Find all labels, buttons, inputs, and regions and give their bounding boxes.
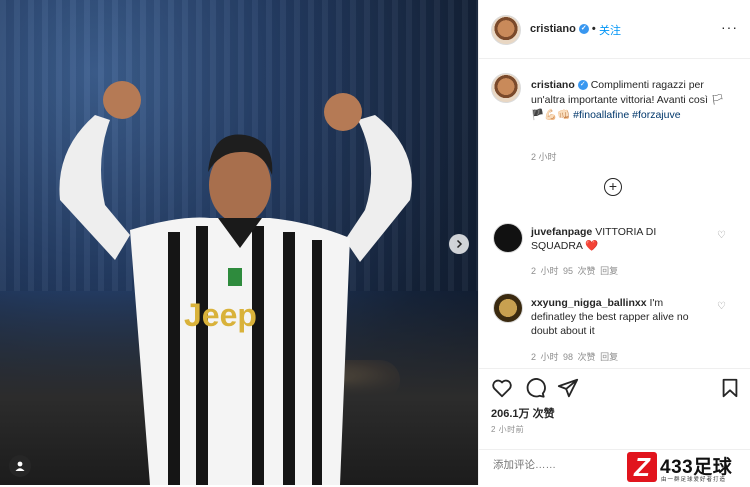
load-more-comments-button[interactable]: + [604, 178, 622, 196]
comment-time: 2 小时 [531, 352, 559, 362]
comment-likes[interactable]: 98 次赞 [563, 352, 596, 362]
jersey-sponsor-text: Jeep [184, 297, 257, 333]
author-username[interactable]: cristiano [530, 23, 576, 35]
share-icon[interactable] [557, 377, 579, 399]
next-photo-button[interactable] [449, 234, 469, 254]
comment-reply-button[interactable]: 回复 [600, 266, 618, 276]
comment-input[interactable] [491, 458, 615, 472]
post-header: cristiano ✓ • 关注 ··· [479, 0, 750, 59]
plus-icon: + [608, 178, 618, 194]
heart-icon[interactable] [491, 377, 513, 399]
instagram-post: Jeep cristiano ✓ • 关注 ··· cristiano ✓ Co… [0, 0, 750, 485]
verified-badge-icon: ✓ [577, 80, 588, 91]
author-avatar[interactable] [491, 15, 521, 45]
comment-icon[interactable] [524, 377, 546, 399]
more-options-button[interactable]: ··· [721, 19, 738, 35]
follow-button[interactable]: 关注 [599, 22, 621, 38]
user-tag-icon [15, 461, 25, 471]
hashtag-link[interactable]: #finoallafine [573, 109, 629, 121]
commenter-username[interactable]: juvefanpage [531, 226, 592, 238]
tag-user-button[interactable] [9, 455, 31, 477]
watermark-logo: Z [627, 452, 657, 482]
post-photo[interactable]: Jeep [0, 0, 478, 485]
separator-dot: • [591, 23, 596, 35]
comment-time: 2 小时 [531, 266, 559, 276]
caption-time: 2 小时 [531, 152, 557, 162]
hashtag-link[interactable]: #forzajuve [632, 109, 680, 121]
chevron-right-icon [456, 239, 463, 249]
commenter-username[interactable]: xxyung_nigga_ballinxx [531, 297, 647, 309]
verified-badge-icon: ✓ [578, 24, 589, 35]
caption-author-avatar[interactable] [491, 73, 521, 103]
comment-reply-button[interactable]: 回复 [600, 352, 618, 362]
site-watermark: Z 433足球 由一群足球爱好者打造 [627, 450, 747, 487]
caption-username[interactable]: cristiano [531, 79, 575, 91]
add-comment-bar: Z 433足球 由一群足球爱好者打造 [479, 449, 750, 487]
commenter-avatar[interactable] [493, 293, 523, 323]
bookmark-icon[interactable] [719, 377, 741, 399]
posted-time: 2 小时前 [491, 425, 525, 434]
player-figure: Jeep [59, 81, 412, 485]
likes-count[interactable]: 206.1万 次赞 [491, 405, 555, 421]
caption-text-block: cristiano ✓ Complimenti ragazzi per un'al… [531, 78, 736, 123]
like-comment-heart-icon[interactable]: ♡ [717, 301, 726, 312]
comment-likes[interactable]: 95 次赞 [563, 266, 596, 276]
watermark-subtitle: 由一群足球爱好者打造 [661, 477, 727, 483]
post-sidebar: cristiano ✓ • 关注 ··· cristiano ✓ Complimen… [478, 0, 750, 485]
like-comment-heart-icon[interactable]: ♡ [717, 230, 726, 241]
post-actions: 206.1万 次赞 2 小时前 Z 433足球 由一群足球爱好者打造 [479, 368, 750, 486]
commenter-avatar[interactable] [493, 223, 523, 253]
